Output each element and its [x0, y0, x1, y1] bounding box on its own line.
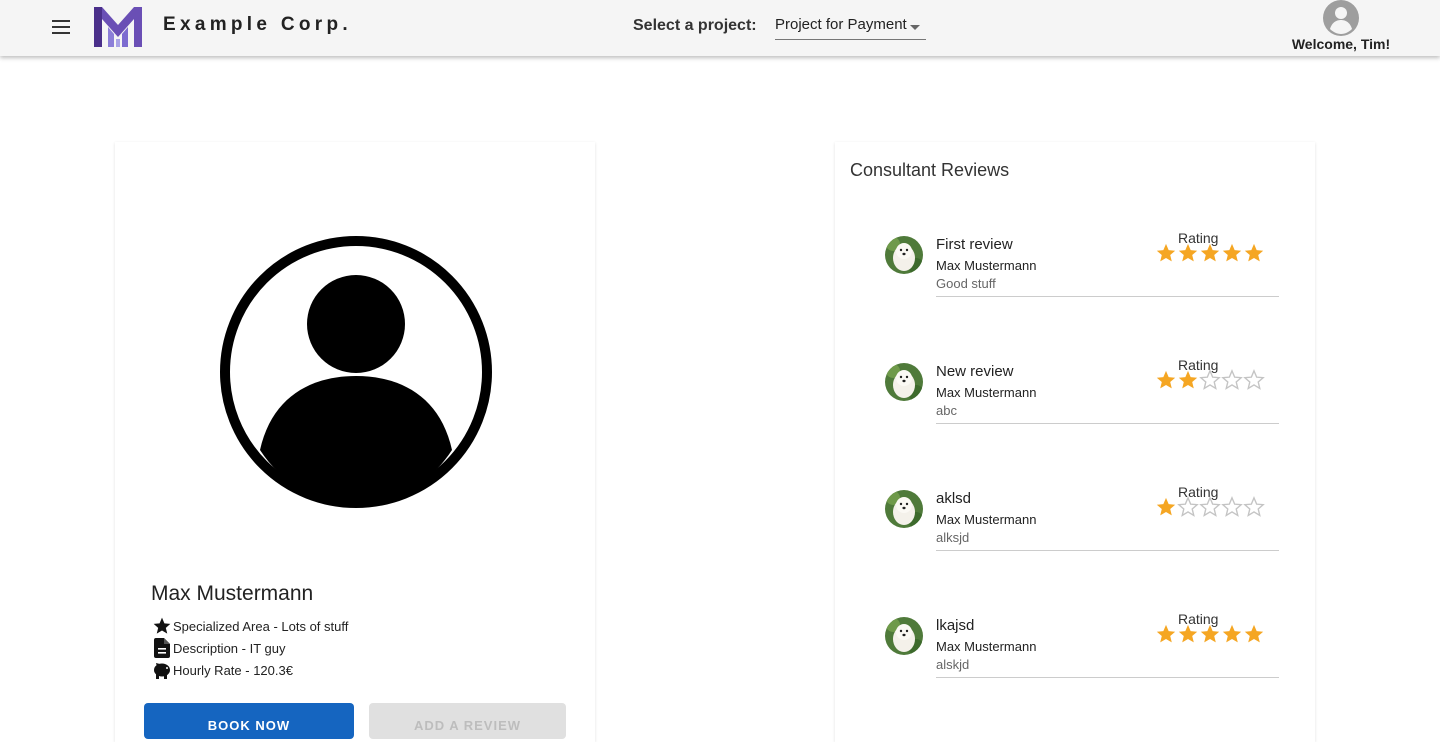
- consultant-reviews-card: Consultant Reviews First review Max Muste…: [835, 142, 1315, 742]
- review-divider: [936, 550, 1279, 551]
- star-filled-icon[interactable]: [1199, 242, 1221, 264]
- rating-stars[interactable]: [1155, 623, 1265, 645]
- review-title: New review: [936, 363, 1014, 380]
- review-item: First review Max Mustermann Good stuff Rati…: [885, 204, 1279, 331]
- star-filled-icon[interactable]: [1221, 623, 1243, 645]
- star-filled-icon[interactable]: [1177, 623, 1199, 645]
- project-select-value: Project for Payment: [775, 16, 907, 33]
- account-circle-icon: [1323, 0, 1359, 36]
- star-icon: [151, 616, 172, 636]
- review-text: alskjd: [936, 657, 970, 672]
- piggy-bank-icon: [151, 660, 172, 680]
- star-filled-icon[interactable]: [1199, 623, 1221, 645]
- star-filled-icon[interactable]: [1155, 242, 1177, 264]
- chevron-down-icon: [910, 25, 920, 30]
- star-empty-icon[interactable]: [1177, 496, 1199, 518]
- menu-icon[interactable]: [48, 14, 74, 40]
- review-text: Good stuff: [936, 276, 996, 291]
- document-icon: [151, 638, 172, 658]
- rating-stars[interactable]: [1155, 242, 1265, 264]
- star-filled-icon[interactable]: [1155, 369, 1177, 391]
- star-empty-icon[interactable]: [1199, 496, 1221, 518]
- hourly-rate-text: Hourly Rate - 120.3€: [173, 662, 293, 678]
- reviewer-avatar: [885, 363, 923, 401]
- brand-name: Example Corp.: [163, 14, 352, 35]
- consultant-profile-card: Max Mustermann Specialized Area - Lots o…: [115, 142, 595, 742]
- project-select[interactable]: Project for Payment: [775, 14, 926, 40]
- rating-stars[interactable]: [1155, 496, 1265, 518]
- review-text: abc: [936, 403, 957, 418]
- review-divider: [936, 296, 1279, 297]
- reviewer-avatar: [885, 617, 923, 655]
- review-divider: [936, 677, 1279, 678]
- star-empty-icon[interactable]: [1243, 496, 1265, 518]
- hourly-rate-row: Hourly Rate - 120.3€: [151, 660, 293, 680]
- consultant-avatar-icon: [220, 236, 492, 508]
- company-logo[interactable]: [94, 7, 142, 47]
- review-divider: [936, 423, 1279, 424]
- star-filled-icon[interactable]: [1177, 242, 1199, 264]
- review-title: lkajsd: [936, 617, 975, 634]
- star-filled-icon[interactable]: [1155, 623, 1177, 645]
- review-title: aklsd: [936, 490, 972, 507]
- project-select-label: Select a project:: [633, 17, 757, 34]
- welcome-text: Welcome, Tim!: [1291, 36, 1391, 52]
- review-author: Max Mustermann: [936, 639, 1037, 654]
- review-item: New review Max Mustermann abc Rating: [885, 331, 1279, 458]
- consultant-name: Max Mustermann: [151, 582, 314, 605]
- review-text: alksjd: [936, 530, 970, 545]
- star-empty-icon[interactable]: [1221, 496, 1243, 518]
- star-empty-icon[interactable]: [1243, 369, 1265, 391]
- review-item: aklsd Max Mustermann alksjd Rating: [885, 458, 1279, 585]
- review-title: First review: [936, 236, 1013, 253]
- star-filled-icon[interactable]: [1221, 242, 1243, 264]
- user-menu[interactable]: Welcome, Tim!: [1290, 0, 1392, 56]
- specialized-area-row: Specialized Area - Lots of stuff: [151, 616, 348, 636]
- book-now-button[interactable]: BOOK NOW: [144, 703, 354, 739]
- review-author: Max Mustermann: [936, 258, 1037, 273]
- review-item: lkajsd Max Mustermann alskjd Rating: [885, 585, 1279, 712]
- star-filled-icon[interactable]: [1155, 496, 1177, 518]
- description-text: Description - IT guy: [173, 640, 286, 656]
- description-row: Description - IT guy: [151, 638, 285, 658]
- reviewer-avatar: [885, 490, 923, 528]
- review-author: Max Mustermann: [936, 385, 1037, 400]
- star-empty-icon[interactable]: [1199, 369, 1221, 391]
- rating-stars[interactable]: [1155, 369, 1265, 391]
- star-empty-icon[interactable]: [1221, 369, 1243, 391]
- reviews-title: Consultant Reviews: [850, 160, 1010, 180]
- review-author: Max Mustermann: [936, 512, 1037, 527]
- app-bar: Example Corp. Select a project: Project …: [0, 0, 1440, 56]
- add-review-button: ADD A REVIEW: [369, 703, 566, 739]
- reviewer-avatar: [885, 236, 923, 274]
- star-filled-icon[interactable]: [1243, 623, 1265, 645]
- star-filled-icon[interactable]: [1177, 369, 1199, 391]
- specialized-area-text: Specialized Area - Lots of stuff: [173, 618, 349, 634]
- star-filled-icon[interactable]: [1243, 242, 1265, 264]
